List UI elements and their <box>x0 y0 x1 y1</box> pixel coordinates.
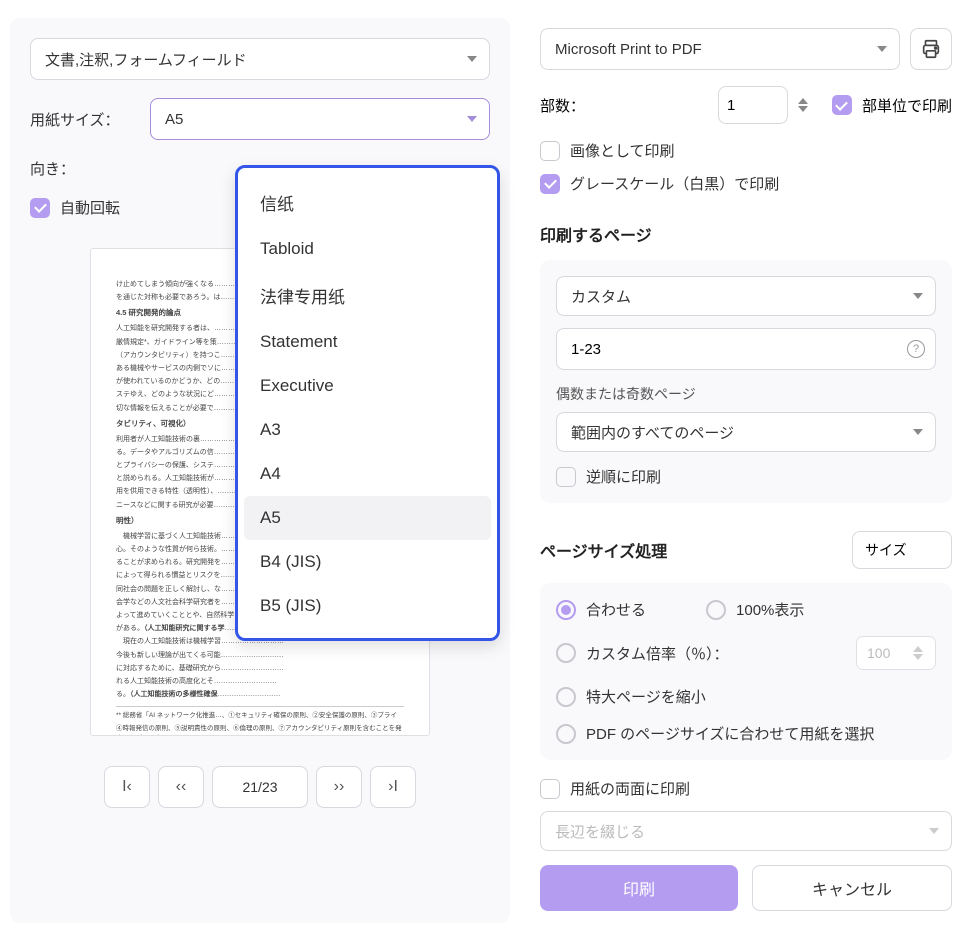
paper-size-value: A5 <box>165 111 183 128</box>
pages-section-title: 印刷するページ <box>540 222 952 246</box>
size-mode-select[interactable]: サイズ <box>852 531 952 569</box>
paper-size-option[interactable]: A5 <box>244 496 491 540</box>
duplex-checkbox[interactable] <box>540 779 560 799</box>
chevron-down-icon <box>929 828 939 834</box>
orientation-label: 向き： <box>30 158 140 179</box>
shrink-oversize-label: 特大ページを縮小 <box>586 686 706 707</box>
custom-scale-label: カスタム倍率（％）： <box>586 643 729 664</box>
paper-size-label: 用紙サイズ： <box>30 109 140 130</box>
content-select[interactable]: 文書,注釈,フォームフィールド <box>30 38 490 80</box>
copies-label: 部数： <box>540 95 585 116</box>
custom-scale-input[interactable]: 100 <box>856 636 936 670</box>
fit-radio[interactable] <box>556 600 576 620</box>
actual-size-label: 100%表示 <box>736 599 804 620</box>
choose-paper-label: PDF のページサイズに合わせて用紙を選択 <box>586 723 874 744</box>
paper-size-option[interactable]: 法律专用纸 <box>244 271 491 320</box>
actual-size-radio[interactable] <box>706 600 726 620</box>
chevron-down-icon[interactable] <box>913 654 923 660</box>
sizing-section-title: ページサイズ処理 <box>540 538 667 562</box>
paper-size-option[interactable]: B4 (JIS) <box>244 540 491 584</box>
pager: I‹ ‹‹ 21 / 23 ›› ›I <box>30 766 490 808</box>
fit-label: 合わせる <box>586 599 646 620</box>
chevron-down-icon <box>467 56 477 62</box>
print-button[interactable]: 印刷 <box>540 865 738 911</box>
reverse-order-label: 逆順に印刷 <box>586 466 661 487</box>
scale-spinner[interactable] <box>913 646 929 660</box>
chevron-up-icon[interactable] <box>913 646 923 652</box>
next-page-button[interactable]: ›› <box>316 766 362 808</box>
binding-select[interactable]: 長辺を綴じる <box>540 811 952 851</box>
paper-size-option[interactable]: Executive <box>244 364 491 408</box>
help-icon[interactable]: ? <box>907 340 925 358</box>
printer-icon <box>920 38 942 60</box>
paper-size-option[interactable]: A3 <box>244 408 491 452</box>
page-range-input[interactable]: 1-23 ? <box>556 328 936 370</box>
auto-rotate-label: 自動回転 <box>60 197 120 218</box>
paper-size-option[interactable]: A4 <box>244 452 491 496</box>
page-range-mode-select[interactable]: カスタム <box>556 276 936 316</box>
choose-paper-radio[interactable] <box>556 724 576 744</box>
page-indicator[interactable]: 21 / 23 <box>212 766 308 808</box>
copies-input[interactable]: 1 <box>718 86 788 124</box>
shrink-oversize-radio[interactable] <box>556 687 576 707</box>
pages-section: カスタム 1-23 ? 偶数または奇数ページ 範囲内のすべてのページ 逆順に印刷 <box>540 260 952 503</box>
settings-panel: Microsoft Print to PDF 部数： 1 部単位で印刷 画像とし… <box>530 18 962 923</box>
content-select-value: 文書,注釈,フォームフィールド <box>45 49 247 70</box>
cancel-button[interactable]: キャンセル <box>752 865 952 911</box>
paper-size-select[interactable]: A5 <box>150 98 490 140</box>
chevron-down-icon <box>913 293 923 299</box>
collate-label: 部単位で印刷 <box>862 95 952 116</box>
printer-value: Microsoft Print to PDF <box>555 41 702 58</box>
paper-size-option[interactable]: Tabloid <box>244 227 491 271</box>
prev-page-button[interactable]: ‹‹ <box>158 766 204 808</box>
paper-size-dropdown: 信纸Tabloid法律专用纸StatementExecutiveA3A4A5B4… <box>235 165 500 641</box>
printer-properties-button[interactable] <box>910 28 952 70</box>
odd-even-label: 偶数または奇数ページ <box>556 384 936 404</box>
copies-spinner[interactable] <box>798 98 814 112</box>
auto-rotate-checkbox[interactable] <box>30 198 50 218</box>
chevron-down-icon <box>467 116 477 122</box>
paper-size-option[interactable]: Statement <box>244 320 491 364</box>
duplex-label: 用紙の両面に印刷 <box>570 778 690 799</box>
chevron-down-icon[interactable] <box>798 106 808 112</box>
grayscale-label: グレースケール（白黒）で印刷 <box>570 173 779 194</box>
odd-even-select[interactable]: 範囲内のすべてのページ <box>556 412 936 452</box>
printer-select[interactable]: Microsoft Print to PDF <box>540 28 900 70</box>
chevron-down-icon <box>877 46 887 52</box>
last-page-button[interactable]: ›I <box>370 766 416 808</box>
paper-size-option[interactable]: B5 (JIS) <box>244 584 491 628</box>
paper-size-option[interactable]: 信纸 <box>244 178 491 227</box>
grayscale-checkbox[interactable] <box>540 174 560 194</box>
chevron-up-icon[interactable] <box>798 98 808 104</box>
sizing-section: 合わせる 100%表示 カスタム倍率（％）： 100 特大ページを縮小 <box>540 583 952 760</box>
first-page-button[interactable]: I‹ <box>104 766 150 808</box>
reverse-order-checkbox[interactable] <box>556 467 576 487</box>
collate-checkbox[interactable] <box>832 95 852 115</box>
chevron-down-icon <box>913 429 923 435</box>
preview-panel: 文書,注釈,フォームフィールド 用紙サイズ： A5 向き： 自動回転 信纸Tab… <box>10 18 510 923</box>
print-as-image-checkbox[interactable] <box>540 141 560 161</box>
custom-scale-radio[interactable] <box>556 643 576 663</box>
print-as-image-label: 画像として印刷 <box>570 140 675 161</box>
